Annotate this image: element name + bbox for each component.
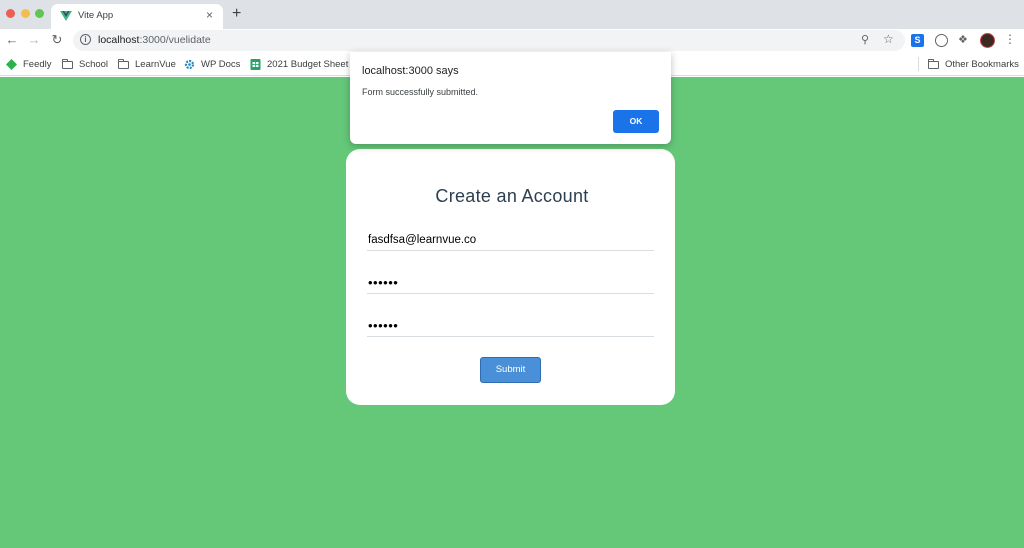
alert-dialog: localhost:3000 says Form successfully su… [350,52,671,144]
password-field[interactable] [367,272,654,294]
bookmark-label: Feedly [23,59,52,70]
vue-logo-icon [60,11,72,21]
bookmarks-divider [918,57,919,71]
address-bar[interactable]: i localhost:3000/vuelidate ⚲ ☆ [73,30,905,51]
address-url[interactable]: localhost:3000/vuelidate [98,34,211,46]
folder-icon [118,58,129,69]
bookmark-label: LearnVue [135,59,176,70]
url-path: :3000/vuelidate [139,34,211,46]
tab-title: Vite App [78,10,114,21]
other-bookmarks[interactable]: Other Bookmarks [928,58,1019,71]
bookmark-label: 2021 Budget Sheet [267,59,349,70]
tab-close-icon[interactable]: × [206,8,213,22]
folder-icon [62,58,73,69]
bookmark-learnvue[interactable]: LearnVue [118,58,176,71]
other-bookmarks-label: Other Bookmarks [945,59,1019,70]
profile-avatar[interactable] [980,33,995,48]
tab-vite-app[interactable]: Vite App × [51,4,223,29]
minimize-window-button[interactable] [21,9,30,18]
tab-strip: Vite App × + [0,0,1024,29]
dialog-message: Form successfully submitted. [362,87,479,97]
page-title: Create an Account [435,186,589,206]
bookmark-budget-sheet[interactable]: 2021 Budget Sheet [250,58,348,71]
extensions-puzzle-icon[interactable]: ❖ [958,33,971,46]
url-host: localhost [98,34,140,46]
browser-toolbar: ← → ↻ i localhost:3000/vuelidate ⚲ ☆ S ❖… [0,29,1024,53]
dialog-title: localhost:3000 says [362,65,459,77]
confirm-password-field[interactable] [367,315,654,337]
site-info-icon[interactable]: i [80,34,91,45]
folder-icon [928,58,939,69]
extension-s-icon[interactable]: S [911,34,924,47]
close-window-button[interactable] [6,9,15,18]
bookmark-school[interactable]: School [62,58,108,71]
sheets-icon [250,59,261,70]
zoom-window-button[interactable] [35,9,44,18]
forward-arrow-icon[interactable]: → [26,32,42,48]
bookmark-label: WP Docs [201,59,241,70]
feedly-icon [6,59,17,70]
extension-circle-icon[interactable] [935,34,948,47]
submit-button[interactable]: Submit [480,357,541,383]
back-arrow-icon[interactable]: ← [4,32,20,48]
ok-button[interactable]: OK [613,110,659,133]
new-tab-button[interactable]: + [232,6,241,22]
browser-menu-icon[interactable]: ⋮ [1004,32,1017,46]
bookmark-feedly[interactable]: Feedly [6,58,52,71]
gear-icon [184,59,195,70]
reload-icon[interactable]: ↻ [49,32,65,48]
password-key-icon[interactable]: ⚲ [861,33,869,46]
bookmark-label: School [79,59,109,70]
bookmark-star-icon[interactable]: ☆ [883,32,894,46]
bookmark-wp-docs[interactable]: WP Docs [184,58,240,71]
email-field[interactable] [367,229,654,251]
